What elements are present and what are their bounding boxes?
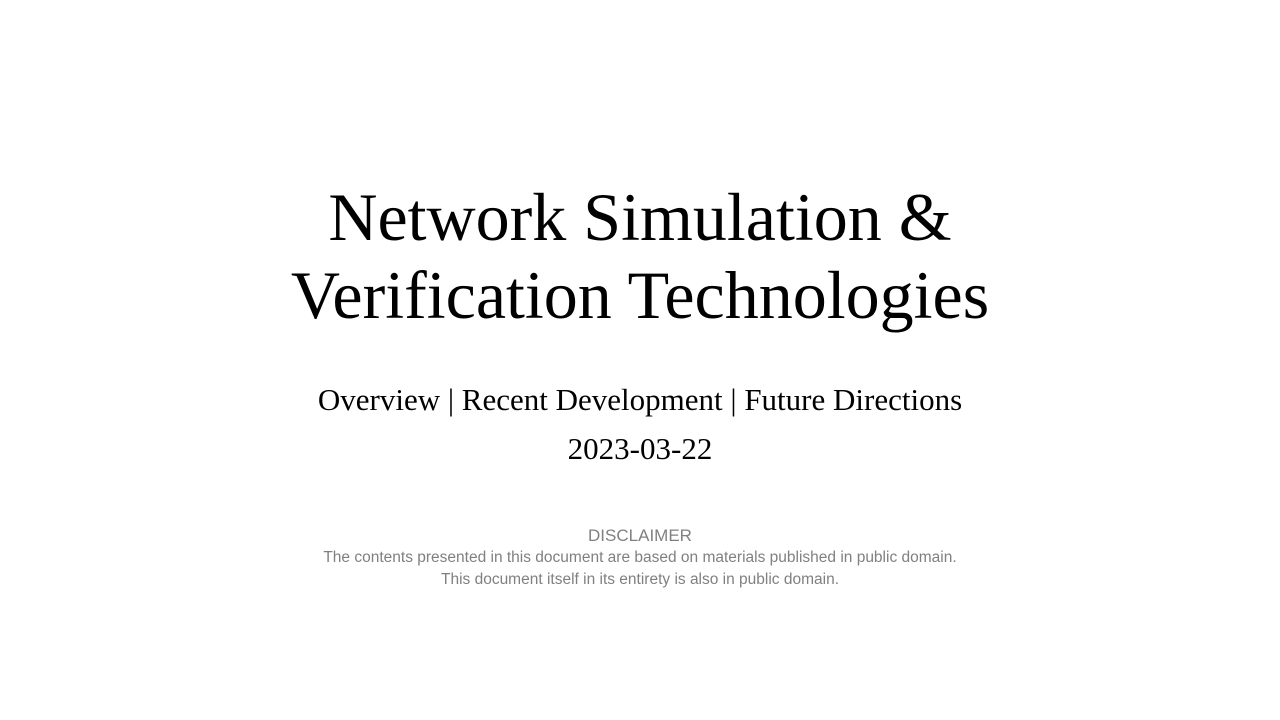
slide-title-line-2: Verification Technologies	[290, 257, 990, 333]
disclaimer-line-1: The contents presented in this document …	[323, 549, 957, 566]
title-slide: Network Simulation & Verification Techno…	[0, 0, 1280, 720]
slide-title-line-1: Network Simulation &	[328, 179, 952, 255]
slide-date: 2023-03-22	[567, 431, 713, 466]
disclaimer-line-2: This document itself in its entirety is …	[440, 571, 839, 588]
disclaimer-block: DISCLAIMER The contents presented in thi…	[0, 524, 1280, 591]
disclaimer-heading: DISCLAIMER	[588, 526, 692, 545]
slide-title: Network Simulation & Verification Techno…	[0, 178, 1280, 334]
slide-subtitle: Overview | Recent Development | Future D…	[317, 382, 963, 417]
